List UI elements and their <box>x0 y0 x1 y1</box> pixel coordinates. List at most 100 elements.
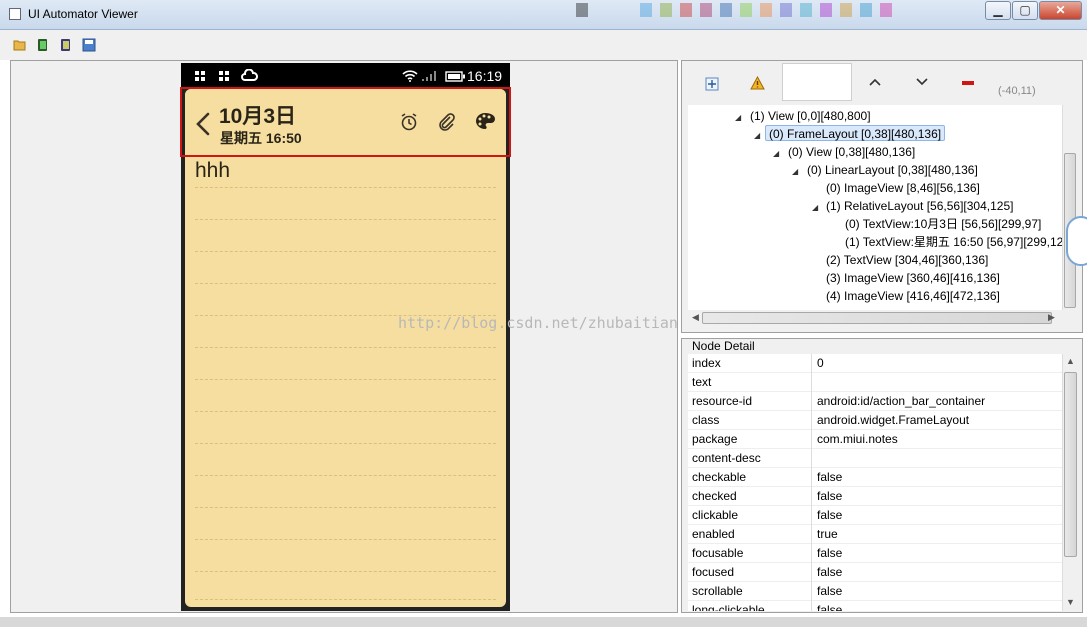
background-desktop-strip <box>340 0 900 22</box>
detail-vertical-scrollbar[interactable]: ▲ ▼ <box>1062 354 1078 611</box>
battery-icon <box>445 71 465 82</box>
taskbar-edge <box>0 617 1087 627</box>
selected-node-highlight <box>180 87 511 157</box>
device-screenshot-icon[interactable] <box>36 38 50 52</box>
status-bar: 16:19 <box>181 63 510 89</box>
detail-value[interactable]: false <box>817 565 842 579</box>
expand-triangle-icon[interactable]: ◢ <box>812 203 818 212</box>
detail-key: content-desc <box>692 451 761 465</box>
note-ruled-line <box>195 571 496 572</box>
wifi-icon <box>402 70 418 82</box>
app-grid-icon <box>195 71 205 81</box>
detail-value[interactable]: true <box>817 527 838 541</box>
detail-key: enabled <box>692 527 735 541</box>
detail-key: checkable <box>692 470 747 484</box>
device-screenshot-compressed-icon[interactable] <box>59 38 73 52</box>
expand-triangle-icon[interactable]: ◢ <box>773 149 779 158</box>
node-detail-table[interactable]: index 0 text resource-id android:id/action… <box>688 354 1062 611</box>
window-title: UI Automator Viewer <box>28 7 138 21</box>
note-ruled-line <box>195 347 496 348</box>
detail-value[interactable]: false <box>817 489 842 503</box>
note-ruled-line <box>195 283 496 284</box>
chevron-down-icon[interactable] <box>915 76 929 88</box>
watermark: http://blog.csdn.net/zhubaitian <box>398 314 678 332</box>
detail-value[interactable]: false <box>817 584 842 598</box>
detail-key: package <box>692 432 738 446</box>
tree-node[interactable]: (4) ImageView [416,46][472,136] <box>826 288 1000 304</box>
tree-horizontal-scrollbar[interactable]: ◀ ▶ <box>688 310 1062 326</box>
main-toolbar <box>0 30 1087 60</box>
tree-node[interactable]: (1) View [0,0][480,800] <box>750 108 871 124</box>
detail-value[interactable]: android.widget.FrameLayout <box>817 413 969 427</box>
tree-node[interactable]: (3) ImageView [360,46][416,136] <box>826 270 1000 286</box>
window-titlebar: UI Automator Viewer ▁ ▢ ✕ <box>0 0 1087 30</box>
note-ruled-line <box>195 539 496 540</box>
detail-value[interactable]: false <box>817 546 842 560</box>
detail-value[interactable]: com.miui.notes <box>817 432 898 446</box>
warning-icon[interactable] <box>750 76 765 90</box>
note-page[interactable]: 10月3日 星期五 16:50 hhh <box>185 89 506 607</box>
detail-key: long-clickable <box>692 603 765 611</box>
close-button[interactable]: ✕ <box>1039 1 1082 20</box>
detail-key: scrollable <box>692 584 743 598</box>
open-folder-icon[interactable] <box>13 38 27 52</box>
status-time: 16:19 <box>467 68 503 84</box>
detail-key: focusable <box>692 546 744 560</box>
minimize-button[interactable]: ▁ <box>985 1 1011 20</box>
expand-triangle-icon[interactable]: ◢ <box>754 131 760 140</box>
tree-hscroll-thumb[interactable] <box>702 312 1052 324</box>
note-ruled-line <box>195 475 496 476</box>
detail-key: resource-id <box>692 394 753 408</box>
note-ruled-line <box>195 187 496 188</box>
detail-key: index <box>692 356 721 370</box>
detail-value[interactable]: false <box>817 470 842 484</box>
scroll-left-icon[interactable]: ◀ <box>692 312 699 323</box>
tree-node[interactable]: (0) ImageView [8,46][56,136] <box>826 180 980 196</box>
scroll-down-icon[interactable]: ▼ <box>1066 597 1075 607</box>
detail-value[interactable]: android:id/action_bar_container <box>817 394 985 408</box>
cursor-coordinates: (-40,11) <box>998 85 1036 97</box>
app-grid-icon <box>219 71 229 81</box>
tree-vertical-scrollbar[interactable] <box>1062 105 1076 310</box>
chevron-up-icon[interactable] <box>868 76 882 88</box>
note-ruled-line <box>195 219 496 220</box>
detail-key: focused <box>692 565 735 579</box>
expand-triangle-icon[interactable]: ◢ <box>792 167 798 176</box>
note-body-text[interactable]: hhh <box>195 159 230 183</box>
expand-triangle-icon[interactable]: ◢ <box>735 113 741 122</box>
tree-node[interactable]: (1) TextView:星期五 16:50 [56,97][299,125] <box>845 234 1062 250</box>
detail-key: checked <box>692 489 737 503</box>
expand-all-icon[interactable] <box>705 77 719 91</box>
tree-node[interactable]: (2) TextView [304,46][360,136] <box>826 252 988 268</box>
tree-node-selected[interactable]: (0) FrameLayout [0,38][480,136] <box>765 125 946 141</box>
node-detail-title: Node Detail <box>692 339 755 353</box>
app-icon <box>9 8 21 20</box>
note-ruled-line <box>195 379 496 380</box>
remove-icon[interactable] <box>961 80 975 86</box>
floating-assistant-icon[interactable] <box>1066 216 1087 266</box>
detail-key: text <box>692 375 712 389</box>
tree-node[interactable]: (0) LinearLayout [0,38][480,136] <box>807 162 978 178</box>
note-ruled-line <box>195 251 496 252</box>
detail-value[interactable]: false <box>817 603 842 611</box>
tree-node[interactable]: (0) View [0,38][480,136] <box>788 144 915 160</box>
scroll-right-icon[interactable]: ▶ <box>1048 312 1055 323</box>
tree-node[interactable]: (1) RelativeLayout [56,56][304,125] <box>826 198 1013 214</box>
detail-key: class <box>692 413 720 427</box>
detail-key: clickable <box>692 508 739 522</box>
detail-value[interactable]: 0 <box>817 356 824 370</box>
scroll-up-icon[interactable]: ▲ <box>1066 356 1075 366</box>
note-ruled-line <box>195 599 496 600</box>
tree-node[interactable]: (0) TextView:10月3日 [56,56][299,97] <box>845 216 1041 232</box>
note-ruled-line <box>195 507 496 508</box>
signal-icon <box>422 71 436 81</box>
note-ruled-line <box>195 411 496 412</box>
search-field[interactable] <box>782 63 852 101</box>
note-ruled-line <box>195 443 496 444</box>
detail-value[interactable]: false <box>817 508 842 522</box>
cloud-icon <box>241 69 258 81</box>
detail-scroll-thumb[interactable] <box>1064 372 1077 557</box>
hierarchy-tree[interactable]: ◢ (1) View [0,0][480,800] ◢ (0) FrameLay… <box>688 105 1062 310</box>
save-icon[interactable] <box>82 38 96 52</box>
maximize-button[interactable]: ▢ <box>1012 1 1038 20</box>
